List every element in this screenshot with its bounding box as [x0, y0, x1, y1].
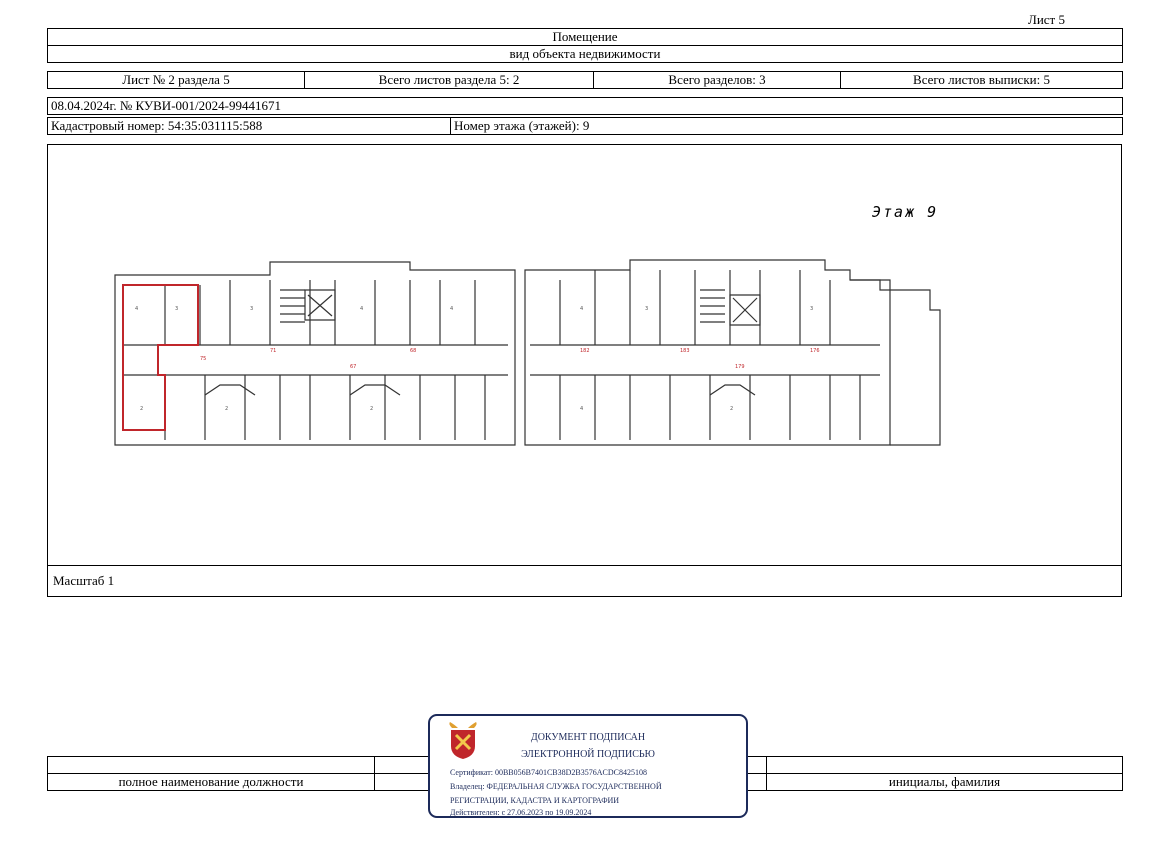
total-sections: Всего разделов: 3	[593, 71, 841, 89]
svg-text:75: 75	[200, 356, 206, 362]
svg-text:67: 67	[350, 364, 356, 370]
svg-text:4: 4	[580, 406, 583, 412]
floor-label: Этаж 9	[872, 203, 939, 221]
svg-text:2: 2	[140, 406, 143, 412]
stamp-owner-2: РЕГИСТРАЦИИ, КАДАСТРА И КАРТОГРАФИИ	[450, 796, 620, 805]
stamp-line-1: ДОКУМЕНТ ПОДПИСАН	[530, 732, 646, 743]
section-info-row: Лист № 2 раздела 5 Всего листов раздела …	[47, 71, 1123, 89]
svg-text:2: 2	[370, 406, 373, 412]
stamp-certificate: Сертификат: 00BB056B7401CB38D2B3576ACDC8…	[450, 768, 647, 777]
extract-id-row: 08.04.2024г. № КУВИ-001/2024-99441671	[47, 97, 1123, 115]
floor-numbers: Номер этажа (этажей): 9	[450, 117, 1123, 135]
svg-text:3: 3	[645, 306, 648, 312]
svg-text:182: 182	[580, 348, 590, 354]
svg-text:68: 68	[410, 348, 416, 354]
name-caption: инициалы, фамилия	[766, 773, 1123, 791]
svg-text:3: 3	[810, 306, 813, 312]
svg-text:4: 4	[360, 306, 363, 312]
svg-text:3: 3	[175, 306, 178, 312]
stamp-owner-1: Владелец: ФЕДЕРАЛЬНАЯ СЛУЖБА ГОСУДАРСТВЕ…	[450, 782, 662, 791]
total-sheets-section: Всего листов раздела 5: 2	[304, 71, 594, 89]
object-title: Помещение	[47, 28, 1123, 46]
position-caption: полное наименование должности	[47, 773, 375, 791]
svg-text:179: 179	[735, 364, 745, 370]
svg-text:4: 4	[580, 306, 583, 312]
svg-text:4: 4	[450, 306, 453, 312]
total-sheets-extract: Всего листов выписки: 5	[840, 71, 1123, 89]
sheet-number: Лист 5	[1028, 12, 1065, 27]
svg-text:4: 4	[135, 306, 138, 312]
svg-text:2: 2	[730, 406, 733, 412]
sheet-of-section: Лист № 2 раздела 5	[47, 71, 305, 89]
cadastral-row: Кадастровый номер: 54:35:031115:588 Номе…	[47, 117, 1123, 135]
svg-text:3: 3	[250, 306, 253, 312]
extract-id: 08.04.2024г. № КУВИ-001/2024-99441671	[47, 97, 1123, 115]
stamp-line-2: ЭЛЕКТРОННОЙ ПОДПИСЬЮ	[521, 749, 655, 760]
electronic-signature-stamp: ДОКУМЕНТ ПОДПИСАН ЭЛЕКТРОННОЙ ПОДПИСЬЮ С…	[428, 714, 748, 818]
object-type-header: Помещение вид объекта недвижимости	[47, 28, 1123, 63]
svg-text:2: 2	[225, 406, 228, 412]
svg-text:176: 176	[810, 348, 820, 354]
scale: Масштаб 1	[47, 566, 1122, 597]
floor-plan-drawing: 4 3 2 3 4 4 4 3 3 2 2 4 2 75 71 67 68 182 183 176 179	[114, 259, 941, 446]
stamp-valid: Действителен: с 27.06.2023 по 19.09.2024	[450, 808, 592, 817]
svg-text:71: 71	[270, 348, 276, 354]
svg-text:183: 183	[680, 348, 690, 354]
cadastral-number: Кадастровый номер: 54:35:031115:588	[47, 117, 451, 135]
object-type-caption: вид объекта недвижимости	[47, 45, 1123, 63]
